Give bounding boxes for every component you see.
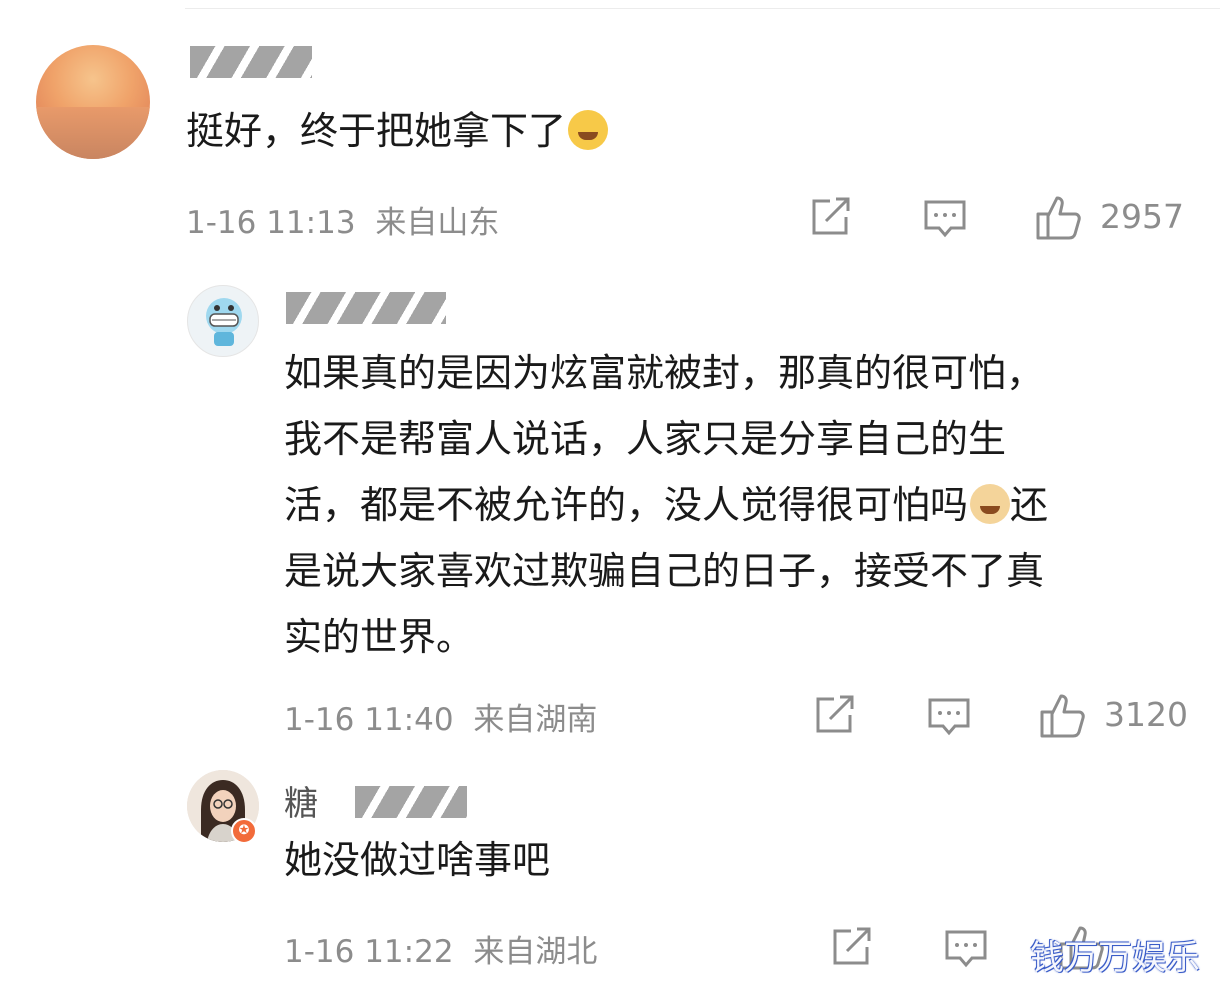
- reply-icon[interactable]: [923, 199, 967, 239]
- top-divider: [185, 8, 1220, 9]
- doge-emoji: [970, 484, 1011, 524]
- comment-location: 来自湖南: [473, 702, 598, 738]
- username-redacted: [355, 786, 467, 818]
- laughing-crying-emoji: [568, 110, 609, 150]
- like-icon[interactable]: [1035, 194, 1083, 240]
- comment-meta: 1-16 11:13 来自山东: [186, 197, 499, 242]
- comment-line: 如果真的是因为炫富就被封，那真的很可怕，: [284, 351, 1045, 395]
- like-icon[interactable]: [1039, 692, 1087, 738]
- comment-text: 她没做过啥事吧: [284, 838, 551, 882]
- username-redacted: [286, 292, 446, 324]
- comment-line: 活，都是不被允许的，没人觉得很可怕吗还: [284, 483, 1049, 527]
- share-icon[interactable]: [810, 197, 852, 237]
- avatar-sunset[interactable]: [36, 45, 150, 159]
- comment-line: 是说大家喜欢过欺骗自己的日子，接受不了真: [284, 549, 1045, 593]
- comment-line: 我不是帮富人说话，人家只是分享自己的生: [284, 417, 1007, 461]
- like-count: 2957: [1100, 197, 1184, 236]
- verified-badge: ✪: [231, 818, 257, 844]
- reply-icon[interactable]: [944, 929, 988, 969]
- share-icon[interactable]: [831, 927, 873, 967]
- watermark: 钱万万娱乐: [1030, 938, 1200, 978]
- comment-text: 如果真的是因为炫富就被封，那真的很可怕， 我不是帮富人说话，人家只是分享自己的生…: [284, 340, 1194, 670]
- avatar-cartoon[interactable]: [187, 285, 259, 357]
- comment-meta: 1-16 11:40 来自湖南: [284, 694, 597, 739]
- comment-text: 挺好，终于把她拿下了: [186, 98, 609, 164]
- share-icon[interactable]: [814, 695, 856, 735]
- username[interactable]: 糖: [284, 776, 318, 825]
- comment-meta: 1-16 11:22 来自湖北: [284, 926, 597, 971]
- username-redacted: [190, 46, 312, 78]
- comment-line: 实的世界。: [284, 615, 475, 659]
- comment-location: 来自山东: [375, 205, 500, 241]
- comment-time: 1-16 11:13: [186, 205, 356, 241]
- comment-location: 来自湖北: [473, 934, 598, 970]
- reply-icon[interactable]: [927, 697, 971, 737]
- comment-time: 1-16 11:40: [284, 702, 454, 738]
- comment-time: 1-16 11:22: [284, 934, 454, 970]
- like-count: 3120: [1104, 695, 1188, 734]
